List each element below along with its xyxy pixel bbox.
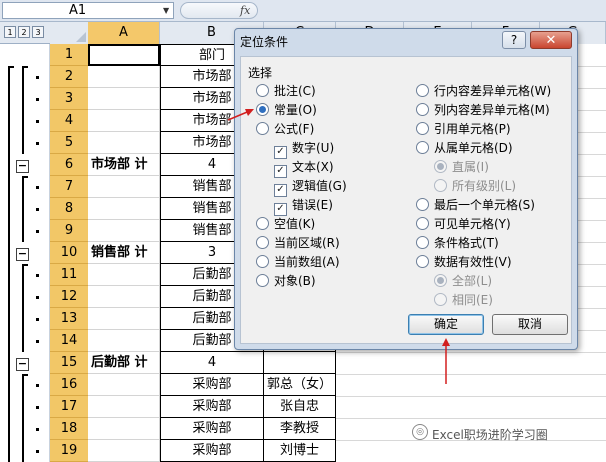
wechat-logo-icon: ◎	[412, 424, 428, 440]
annotation-arrows	[227, 109, 450, 384]
arrow-head-icon	[442, 338, 450, 346]
watermark-text: Excel职场进阶学习圈	[432, 428, 548, 442]
